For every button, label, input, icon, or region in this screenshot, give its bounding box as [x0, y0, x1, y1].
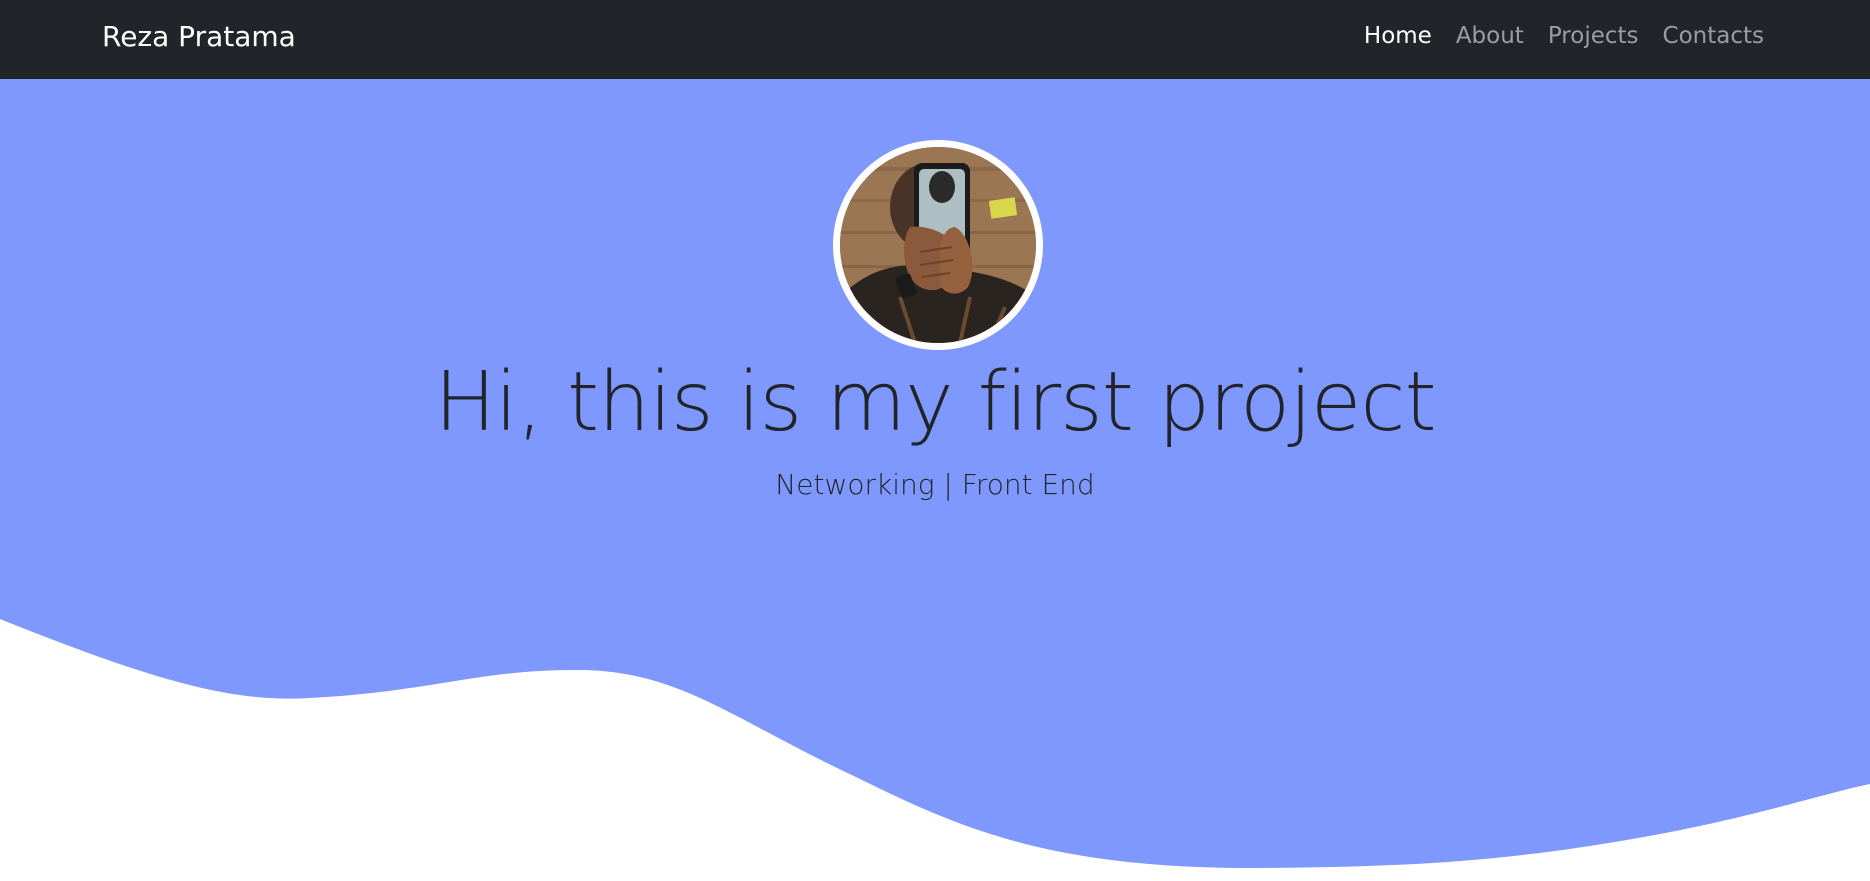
profile-photo-icon [840, 147, 1036, 343]
nav-link-home[interactable]: Home [1364, 23, 1432, 49]
avatar [833, 140, 1043, 350]
navbar: Reza Pratama Home About Projects Contact… [0, 0, 1870, 79]
hero-title: Hi, this is my first project [434, 355, 1436, 450]
nav-link-projects[interactable]: Projects [1548, 23, 1639, 49]
brand-link[interactable]: Reza Pratama [102, 20, 296, 53]
hero-subtitle: Networking | Front End [775, 468, 1095, 501]
nav-links: Home About Projects Contacts [1364, 23, 1764, 49]
nav-link-contacts[interactable]: Contacts [1663, 23, 1764, 49]
nav-link-about[interactable]: About [1456, 23, 1524, 49]
